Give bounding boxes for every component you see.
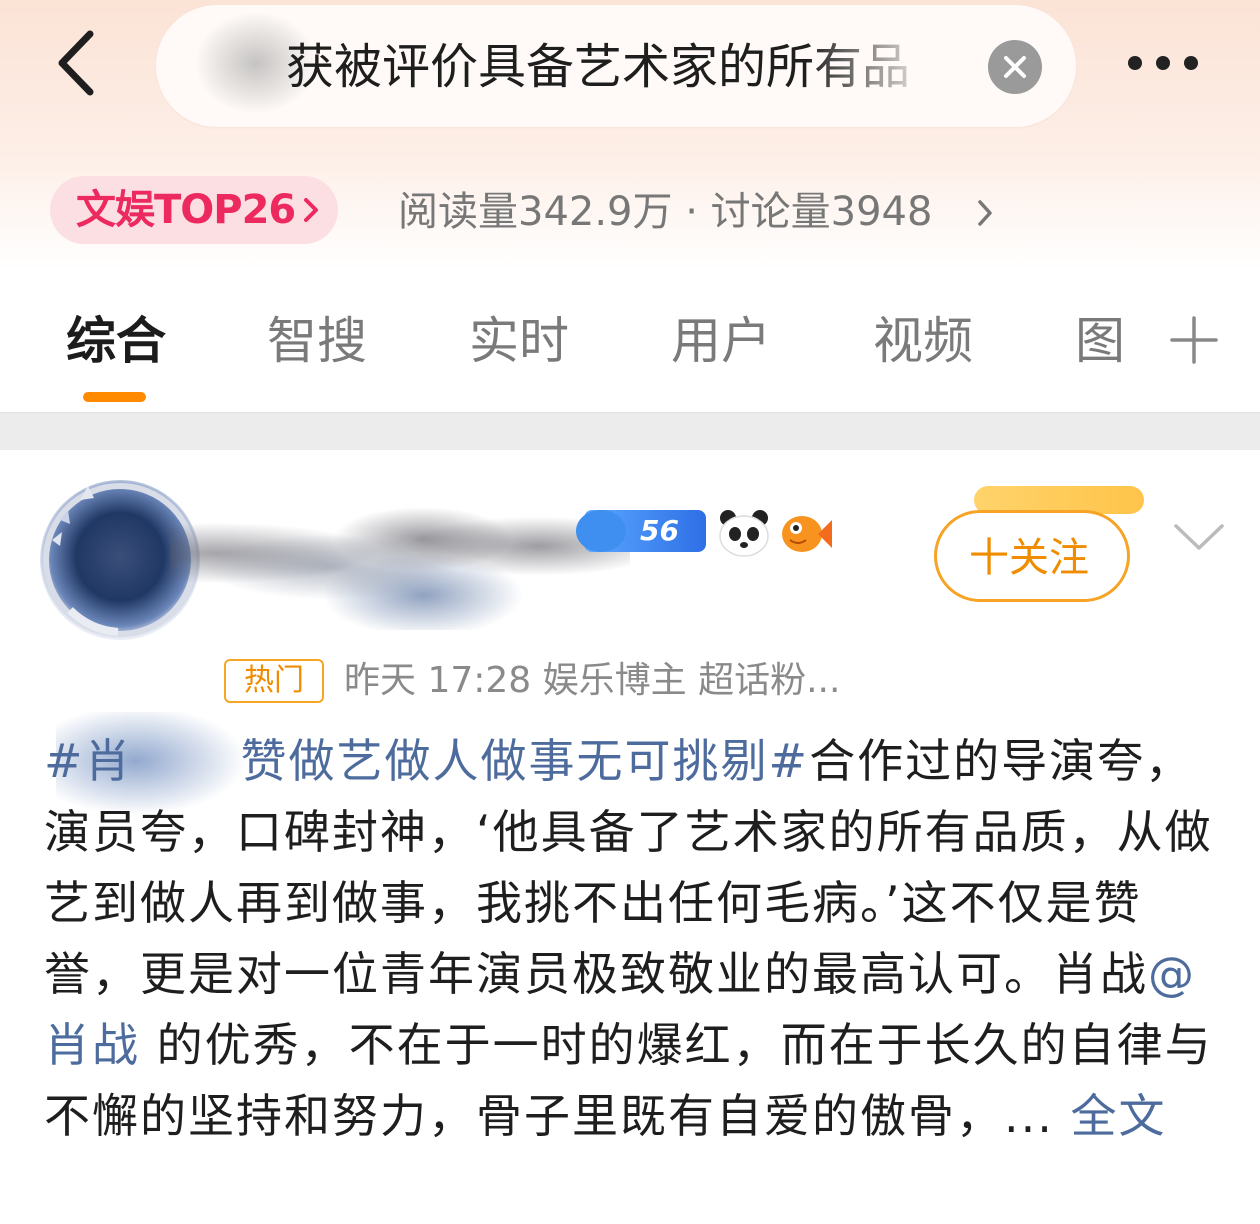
tab-bar: 综合 智搜 实时 用户 视频 图	[0, 270, 1260, 412]
panda-icon	[719, 510, 769, 557]
post-meta-text: 昨天 17:28 娱乐博主 超话粉...	[344, 660, 841, 701]
rank-badge[interactable]: 文娱TOP26	[50, 176, 338, 244]
chevron-down-icon[interactable]	[1172, 520, 1226, 554]
topic-stats-text: 阅读量342.9万 · 讨论量3948	[398, 189, 933, 235]
search-bar[interactable]: 获被评价具备艺术家的所有品	[156, 5, 1076, 127]
active-tab-indicator	[83, 392, 146, 402]
topic-tag-link[interactable]: #肖 赞做艺做人做事无可挑剔#	[44, 734, 809, 788]
topic-tag-prefix: #肖	[44, 734, 133, 788]
tab-realtime[interactable]: 实时	[469, 310, 569, 372]
tab-users[interactable]: 用户	[671, 310, 771, 372]
hot-badge: 热门	[224, 659, 324, 703]
more-icon-dot	[1184, 56, 1198, 70]
tab-smart-search[interactable]: 智搜	[267, 310, 367, 372]
level-badge-cloud-icon	[576, 510, 626, 552]
level-badge-number: 56	[640, 514, 679, 547]
tab-images[interactable]: 图	[1075, 310, 1125, 372]
fish-icon	[782, 516, 832, 552]
chevron-right-icon	[304, 198, 318, 222]
follow-button-label: 十关注	[969, 535, 1089, 581]
tab-video[interactable]: 视频	[873, 310, 973, 372]
follow-area: 十关注	[934, 478, 1164, 608]
clear-icon	[1004, 56, 1026, 78]
chevron-right-icon	[978, 200, 992, 226]
more-icon	[1128, 56, 1142, 70]
back-button[interactable]	[52, 28, 108, 98]
section-divider	[0, 412, 1260, 450]
top-header: 获被评价具备艺术家的所有品 文娱TOP26 阅读量342.9万 · 讨论量394…	[0, 0, 1260, 270]
rank-badge-label: 文娱TOP26	[76, 187, 296, 233]
level-badge: 56	[576, 510, 706, 552]
search-query-text: 获被评价具备艺术家的所有品	[286, 39, 911, 95]
add-tab-icon[interactable]	[1168, 314, 1220, 366]
clear-search-button[interactable]	[988, 40, 1042, 94]
more-icon-dot	[1156, 56, 1170, 70]
post-card: 56 十关注 热门 昨天 17:28 娱乐博主 超话粉... #肖 赞做艺做人做事…	[0, 450, 1260, 1224]
post-content: #肖 赞做艺做人做事无可挑剔#合作过的导演夸，演员夸，口碑封神，‘他具备了艺术家的…	[44, 726, 1224, 1152]
topic-tag-rest: 赞做艺做人做事无可挑剔#	[240, 734, 810, 788]
post-text-part2: 的优秀，不在于一时的爆红，而在于长久的自律与不懈的坚持和努力，骨子里既有自爱的傲…	[44, 1018, 1213, 1143]
back-arrow-icon	[58, 30, 94, 96]
more-button[interactable]	[1120, 38, 1210, 88]
tab-comprehensive[interactable]: 综合	[66, 310, 166, 372]
username-blurred[interactable]	[170, 490, 630, 630]
topic-stats[interactable]: 阅读量342.9万 · 讨论量3948	[398, 184, 992, 240]
full-text-link[interactable]: 全文	[1054, 1089, 1167, 1143]
follow-button[interactable]: 十关注	[934, 510, 1130, 602]
